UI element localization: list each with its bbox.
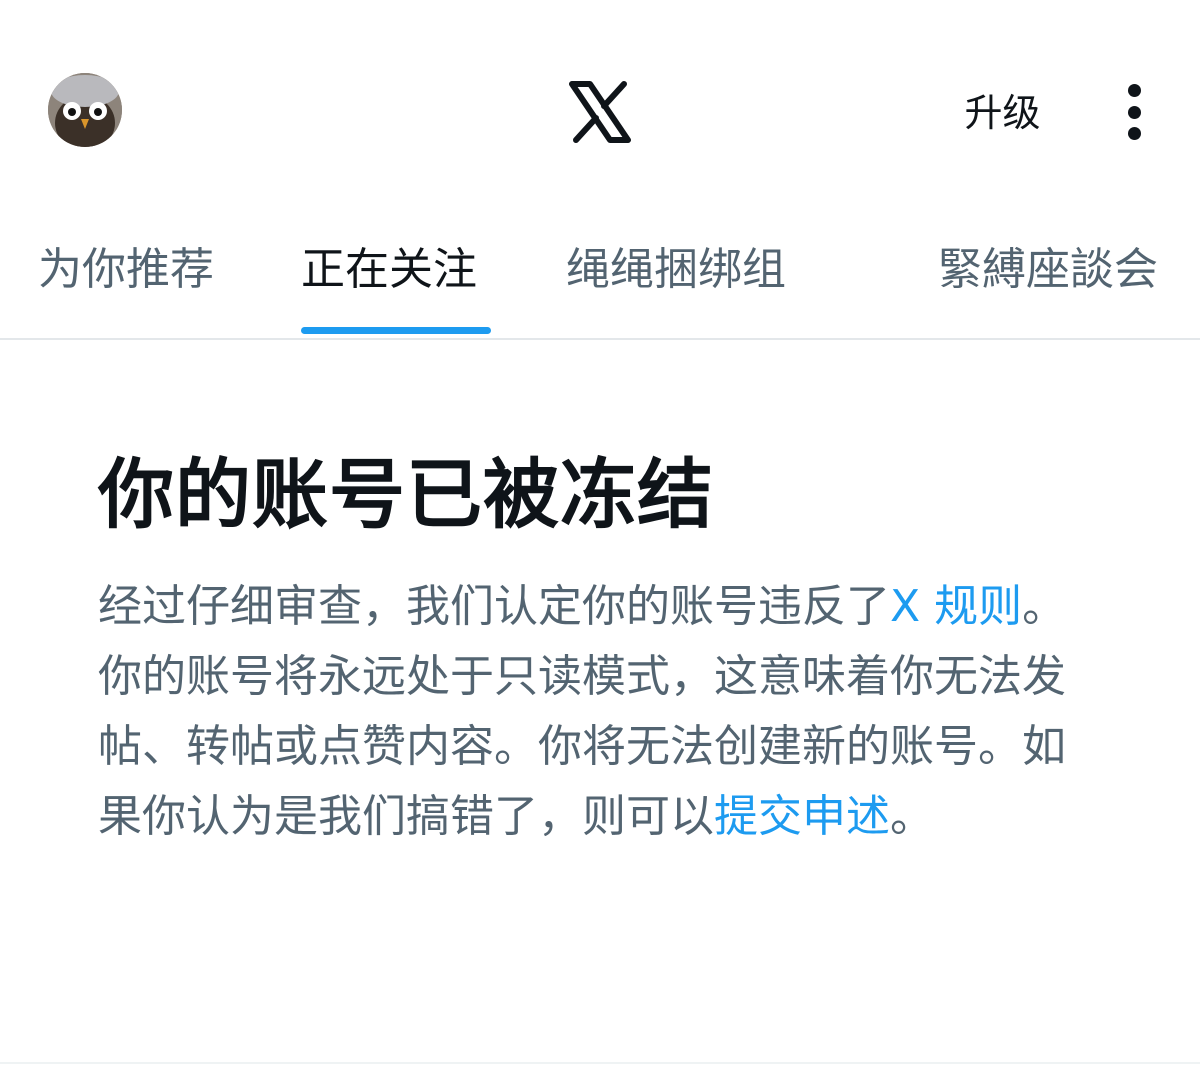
- account-suspended-notice: 你的账号已被冻结 经过仔细审查，我们认定你的账号违反了X 规则。你的账号将永远处…: [98, 440, 1108, 852]
- notice-text: 经过仔细审查，我们认定你的账号违反了: [98, 581, 890, 632]
- x-logo-glyph: [569, 81, 631, 143]
- top-app-bar: 升级: [0, 0, 1200, 200]
- tab-label: 正在关注: [301, 244, 477, 295]
- notice-body: 经过仔细审查，我们认定你的账号违反了X 规则。你的账号将永远处于只读模式，这意味…: [98, 572, 1108, 852]
- more-dot: [1127, 84, 1141, 97]
- divider: [0, 1062, 1200, 1064]
- notice-text: 。: [890, 791, 934, 842]
- more-dot: [1127, 105, 1141, 119]
- tab-label: 绳绳捆绑组: [566, 244, 786, 295]
- x-rules-link[interactable]: X 规则: [890, 581, 1022, 632]
- notice-title: 你的账号已被冻结: [98, 450, 714, 539]
- submit-appeal-link[interactable]: 提交申述: [714, 791, 890, 842]
- avatar-image: [48, 73, 122, 147]
- more-vertical-icon[interactable]: [1114, 80, 1154, 144]
- tab-following[interactable]: 正在关注: [301, 220, 491, 338]
- x-logo-icon[interactable]: [568, 80, 632, 144]
- active-tab-indicator: [301, 327, 491, 334]
- tab-for-you[interactable]: 为你推荐: [38, 220, 214, 338]
- more-dot: [1127, 127, 1141, 140]
- avatar[interactable]: [48, 73, 122, 147]
- tab-list-rope-bondage-group[interactable]: 绳绳捆绑组: [566, 220, 786, 338]
- tab-label: 緊縛座談会: [938, 244, 1158, 295]
- timeline-tabs: 为你推荐 正在关注 绳绳捆绑组 緊縛座談会: [0, 220, 1200, 340]
- upgrade-button[interactable]: 升级: [940, 88, 1065, 138]
- tab-list-kinbaku-talk[interactable]: 緊縛座談会: [938, 220, 1158, 338]
- tab-label: 为你推荐: [38, 244, 214, 295]
